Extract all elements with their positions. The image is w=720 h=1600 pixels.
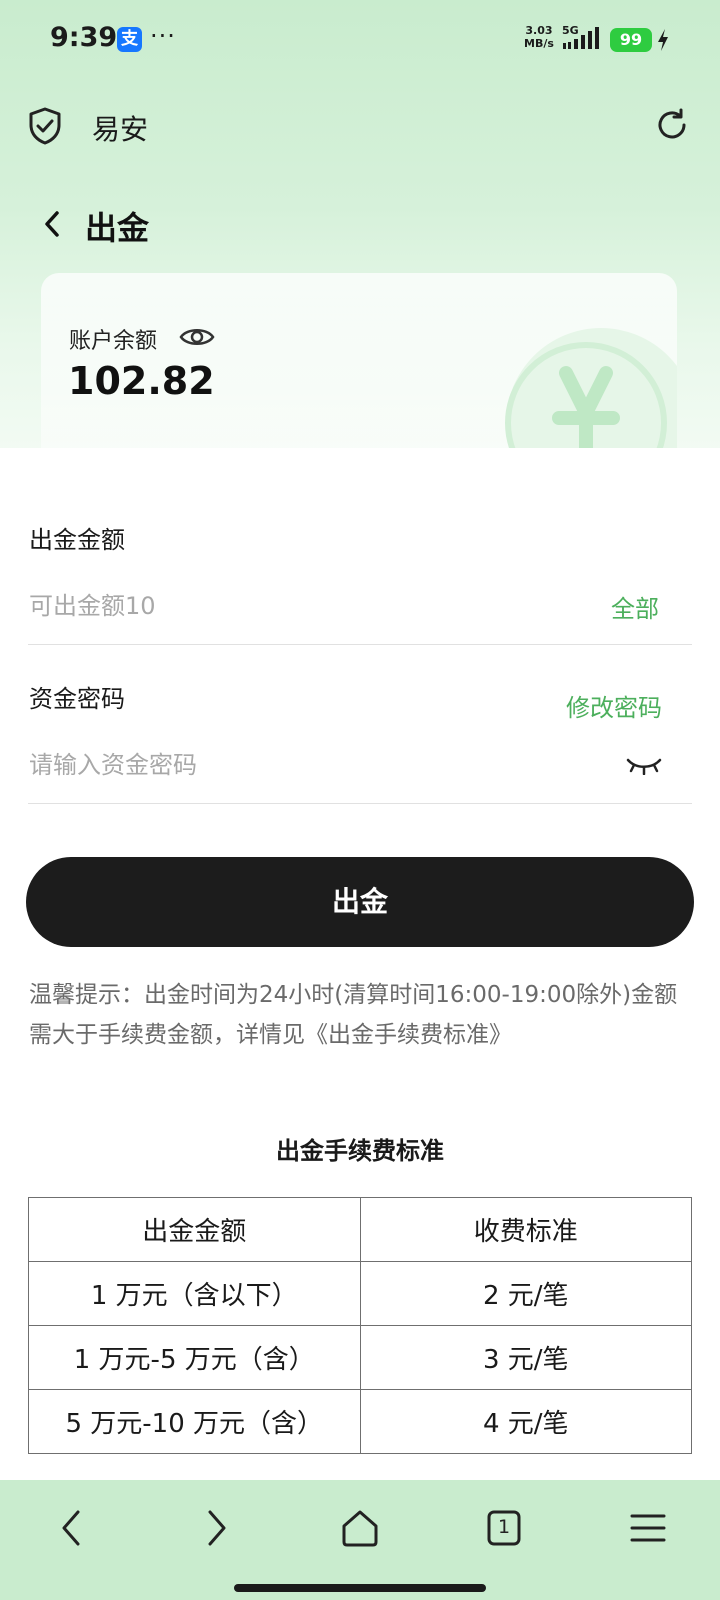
divider <box>28 644 692 645</box>
withdraw-submit-button[interactable]: 出金 <box>26 857 694 947</box>
page-title: 出金 <box>85 209 150 247</box>
more-notifications-icon: ··· <box>150 22 176 50</box>
tip-text: 温馨提示：出金时间为24小时(清算时间16:00-19:00除外)金额需大于手续… <box>29 982 678 1048</box>
password-label: 资金密码 <box>29 685 125 713</box>
balance-value: 102.82 <box>68 359 215 403</box>
app-name: 易安 <box>92 113 149 146</box>
shield-icon <box>29 107 61 145</box>
table-cell: 2 元/笔 <box>359 1261 692 1326</box>
network-speed-unit: MB/s <box>524 37 554 50</box>
home-indicator[interactable] <box>234 1584 486 1592</box>
signal-icon <box>563 27 599 49</box>
change-password-link[interactable]: 修改密码 <box>566 688 662 723</box>
tab-count: 1 <box>497 1516 511 1538</box>
amount-label: 出金金额 <box>29 526 125 554</box>
password-input[interactable] <box>29 745 589 785</box>
alipay-icon: 支 <box>117 27 142 52</box>
table-cell: 1 万元（含以下） <box>28 1261 361 1326</box>
table-row: 1 万元-5 万元（含） 3 元/笔 <box>28 1325 692 1390</box>
browser-bottom-bar: 1 <box>0 1480 720 1600</box>
refresh-icon[interactable] <box>654 107 690 143</box>
withdraw-all-button[interactable]: 全部 <box>611 589 659 624</box>
fee-table-title: 出金手续费标准 <box>276 1137 444 1165</box>
fee-table: 出金金额 收费标准 1 万元（含以下） 2 元/笔 1 万元-5 万元（含） 3… <box>28 1197 692 1454</box>
browser-tabs-button[interactable]: 1 <box>482 1506 526 1550</box>
network-speed-value: 3.03 <box>525 24 553 37</box>
table-row: 1 万元（含以下） 2 元/笔 <box>28 1261 692 1326</box>
divider <box>28 803 692 804</box>
table-cell: 3 元/笔 <box>359 1325 692 1390</box>
amount-input[interactable] <box>29 586 589 626</box>
charging-icon <box>658 29 668 51</box>
eye-icon[interactable] <box>179 323 215 351</box>
table-header-row: 出金金额 收费标准 <box>28 1197 692 1262</box>
network-speed: 3.03 MB/s <box>524 24 554 50</box>
balance-card: 账户余额 102.82 <box>41 273 677 473</box>
battery-icon: 99 <box>610 28 652 52</box>
browser-back-icon[interactable] <box>50 1506 94 1550</box>
app-header: 易安 <box>0 95 720 155</box>
browser-forward-icon[interactable] <box>194 1506 238 1550</box>
clock: 9:39 <box>50 22 118 53</box>
table-cell: 5 万元-10 万元（含） <box>28 1389 361 1454</box>
table-row: 5 万元-10 万元（含） 4 元/笔 <box>28 1389 692 1454</box>
table-cell: 1 万元-5 万元（含） <box>28 1325 361 1390</box>
back-icon[interactable] <box>40 208 64 240</box>
table-header-cell: 出金金额 <box>28 1197 361 1262</box>
browser-home-icon[interactable] <box>338 1506 382 1550</box>
table-cell: 4 元/笔 <box>359 1389 692 1454</box>
table-header-cell: 收费标准 <box>359 1197 692 1262</box>
status-bar: 9:39 支 ··· 3.03 MB/s 5G 99 <box>0 0 720 80</box>
browser-menu-icon[interactable] <box>626 1506 670 1550</box>
balance-label: 账户余额 <box>69 329 158 354</box>
eye-closed-icon[interactable] <box>626 755 662 775</box>
